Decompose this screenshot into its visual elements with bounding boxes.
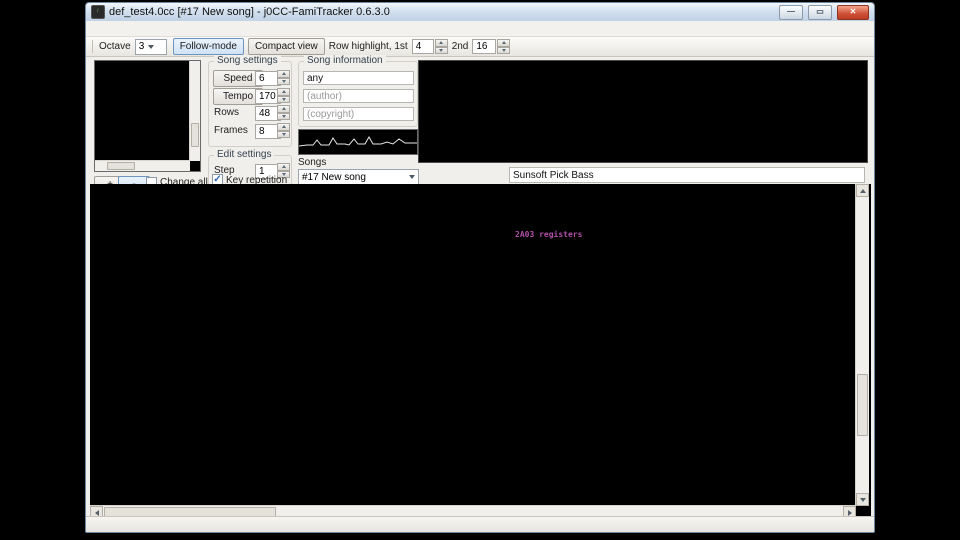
maximize-button[interactable]: ▭: [808, 5, 832, 20]
rows-label: Rows: [214, 107, 239, 118]
toolbar: Octave 3 Follow-mode Compact view Row hi…: [86, 37, 874, 57]
row-highlight-1st-input[interactable]: 4: [412, 39, 434, 54]
frame-editor-vscrollbar[interactable]: [189, 61, 200, 161]
app-icon: ♪: [91, 5, 105, 19]
song-author-input[interactable]: [303, 89, 414, 103]
songs-selected-value: #17 New song: [302, 172, 366, 183]
frame-editor-hscrollbar[interactable]: [95, 160, 190, 171]
song-information-group: Song information: [298, 61, 418, 127]
separator: [92, 40, 93, 53]
frames-label: Frames: [214, 125, 248, 136]
instrument-list[interactable]: [418, 60, 868, 163]
window-title: def_test4.0cc [#17 New song] - j0CC-Fami…: [109, 6, 774, 18]
registers-title: 2A03 registers: [515, 230, 855, 240]
tempo-spinner[interactable]: [277, 88, 290, 103]
row-highlight-1st-spinner[interactable]: [435, 39, 448, 54]
frames-spinner[interactable]: [277, 123, 290, 138]
follow-mode-button[interactable]: Follow-mode: [173, 38, 244, 55]
compact-view-button[interactable]: Compact view: [248, 38, 325, 55]
edit-settings-title: Edit settings: [214, 149, 274, 160]
app-window: ♪ def_test4.0cc [#17 New song] - j0CC-Fa…: [85, 2, 875, 533]
frame-editor[interactable]: [94, 60, 201, 172]
octave-select[interactable]: 3: [135, 39, 167, 55]
chevron-down-icon: [409, 175, 415, 179]
songs-label: Songs: [298, 157, 326, 168]
instrument-name-input[interactable]: [509, 167, 865, 183]
row-highlight-2nd-spinner[interactable]: [497, 39, 510, 54]
row-highlight-label: Row highlight, 1st: [329, 41, 408, 52]
song-copyright-input[interactable]: [303, 107, 414, 121]
close-button[interactable]: ✕: [837, 5, 869, 20]
row-highlight-2nd-input[interactable]: 16: [472, 39, 496, 54]
chevron-down-icon: [148, 45, 154, 49]
pattern-vscrollbar[interactable]: [855, 184, 869, 506]
song-information-title: Song information: [304, 55, 386, 66]
title-bar[interactable]: ♪ def_test4.0cc [#17 New song] - j0CC-Fa…: [86, 3, 874, 21]
song-settings-group: Song settings Speed 6 Tempo 170 Rows 48 …: [208, 61, 292, 147]
status-bar: [86, 516, 874, 532]
oscilloscope: [298, 129, 418, 155]
second-label: 2nd: [452, 41, 469, 52]
pattern-rows[interactable]: [90, 208, 572, 508]
song-title-input[interactable]: [303, 71, 414, 85]
minimize-button[interactable]: —: [779, 5, 803, 20]
menu-bar: [86, 21, 874, 37]
songs-select[interactable]: #17 New song: [298, 169, 419, 185]
registers-panel: 2A03 registers: [515, 230, 855, 240]
rows-spinner[interactable]: [277, 105, 290, 120]
speed-spinner[interactable]: [277, 70, 290, 85]
upper-panel: + - Change all Song settings Speed 6 Tem…: [86, 57, 874, 188]
octave-value: 3: [139, 41, 145, 52]
song-settings-title: Song settings: [214, 55, 281, 66]
pattern-editor[interactable]: 2A03 registers: [90, 184, 871, 518]
desktop: { "window": { "title": "def_test4.0cc [#…: [0, 0, 960, 540]
octave-label: Octave: [99, 41, 131, 52]
